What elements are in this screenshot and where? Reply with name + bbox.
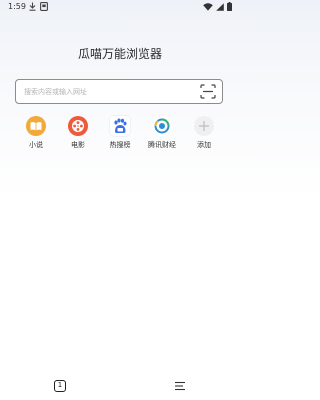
menu-icon[interactable] [174,381,186,391]
shortcut-movie[interactable]: 电影 [62,116,94,154]
bottom-bar: 1 [0,376,240,396]
signal-icon [216,2,224,11]
shortcut-label-tencent-finance: 腾讯财经 [148,141,176,149]
app-title: 瓜喵万能浏览器 [77,47,162,61]
search-input[interactable] [24,80,194,103]
shortcut-novel[interactable]: 小说 [20,116,52,154]
tabs-button[interactable]: 1 [54,380,66,392]
shortcut-grid: 小说 电影 热搜榜 腾讯财经 添加 [20,116,220,156]
status-time: 1:59 [8,2,26,11]
baidu-paw-icon [110,116,130,136]
shortcut-hot-search[interactable]: 热搜榜 [104,116,136,154]
notification-icon [40,2,48,11]
plus-icon [194,116,214,136]
tencent-news-icon [152,116,172,136]
wifi-icon [203,2,213,11]
battery-icon [227,2,232,11]
download-icon [29,2,36,11]
shortcut-add[interactable]: 添加 [188,116,220,154]
shortcut-label-add: 添加 [197,141,211,149]
shortcut-label-novel: 小说 [29,141,43,149]
film-reel-icon [68,116,88,136]
shortcut-label-hot-search: 热搜榜 [109,141,131,149]
scan-icon[interactable] [200,84,216,99]
search-bar[interactable] [15,79,223,104]
shortcut-label-movie: 电影 [71,141,85,149]
status-left-icons [29,2,48,11]
status-bar: 1:59 [0,0,240,14]
book-icon [26,116,46,136]
shortcut-tencent-finance[interactable]: 腾讯财经 [146,116,178,154]
status-right-icons [203,2,232,11]
